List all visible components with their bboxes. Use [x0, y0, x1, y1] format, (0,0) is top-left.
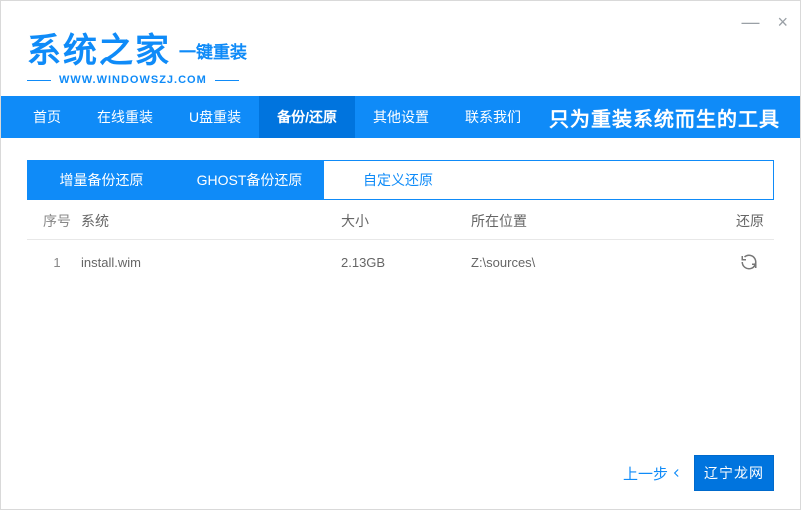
window-controls: — ×	[741, 13, 788, 31]
prev-step-button[interactable]: 上一步	[623, 463, 684, 484]
brand-url: WWW.WINDOWSZJ.COM	[59, 74, 207, 86]
col-header-index: 序号	[33, 211, 81, 231]
restore-tabs: 增量备份还原 GHOST备份还原 自定义还原	[27, 160, 774, 200]
nav-backup-restore[interactable]: 备份/还原	[259, 96, 355, 138]
divider-right	[215, 80, 239, 81]
restore-table: 序号 系统 大小 所在位置 还原 1 install.wim 2.13GB Z:…	[27, 202, 774, 284]
brand-subtitle: 一键重装	[179, 38, 247, 63]
arrow-left-icon	[670, 466, 684, 480]
nav-slogan: 只为重装系统而生的工具	[549, 103, 786, 132]
tab-ghost[interactable]: GHOST备份还原	[176, 161, 324, 199]
tab-custom[interactable]: 自定义还原	[324, 161, 472, 199]
nav-contact[interactable]: 联系我们	[447, 96, 539, 138]
col-header-size: 大小	[341, 211, 471, 231]
app-header: 系统之家 一键重装 WWW.WINDOWSZJ.COM	[1, 1, 800, 96]
cell-location: Z:\sources\	[471, 255, 710, 270]
tab-incremental[interactable]: 增量备份还原	[28, 161, 176, 199]
cell-size: 2.13GB	[341, 255, 471, 270]
nav-online-reinstall[interactable]: 在线重装	[79, 96, 171, 138]
nav-items: 首页 在线重装 U盘重装 备份/还原 其他设置 联系我们	[15, 96, 539, 138]
col-header-location: 所在位置	[471, 211, 710, 231]
prev-step-label: 上一步	[623, 463, 668, 484]
divider-left	[27, 80, 51, 81]
col-header-system: 系统	[81, 211, 341, 231]
brand-title: 系统之家	[27, 23, 171, 72]
cell-restore	[710, 251, 768, 274]
minimize-button[interactable]: —	[741, 13, 759, 31]
col-header-restore: 还原	[710, 211, 768, 231]
main-navbar: 首页 在线重装 U盘重装 备份/还原 其他设置 联系我们 只为重装系统而生的工具	[1, 96, 800, 138]
watermark-label: 辽宁龙网	[704, 463, 764, 483]
restore-button[interactable]	[738, 251, 760, 273]
table-header-row: 序号 系统 大小 所在位置 还原	[27, 202, 774, 240]
brand-logo: 系统之家 一键重装	[27, 23, 774, 72]
table-row: 1 install.wim 2.13GB Z:\sources\	[27, 240, 774, 284]
cell-system: install.wim	[81, 255, 341, 270]
nav-usb-reinstall[interactable]: U盘重装	[171, 96, 259, 138]
restore-icon	[740, 253, 758, 271]
brand-url-row: WWW.WINDOWSZJ.COM	[27, 74, 774, 86]
nav-home[interactable]: 首页	[15, 96, 79, 138]
close-button[interactable]: ×	[777, 13, 788, 31]
watermark-badge: 辽宁龙网	[694, 455, 774, 491]
footer: 上一步 辽宁龙网	[623, 455, 774, 491]
cell-index: 1	[33, 255, 81, 270]
nav-other-settings[interactable]: 其他设置	[355, 96, 447, 138]
content-area: 增量备份还原 GHOST备份还原 自定义还原 序号 系统 大小 所在位置 还原 …	[1, 138, 800, 284]
